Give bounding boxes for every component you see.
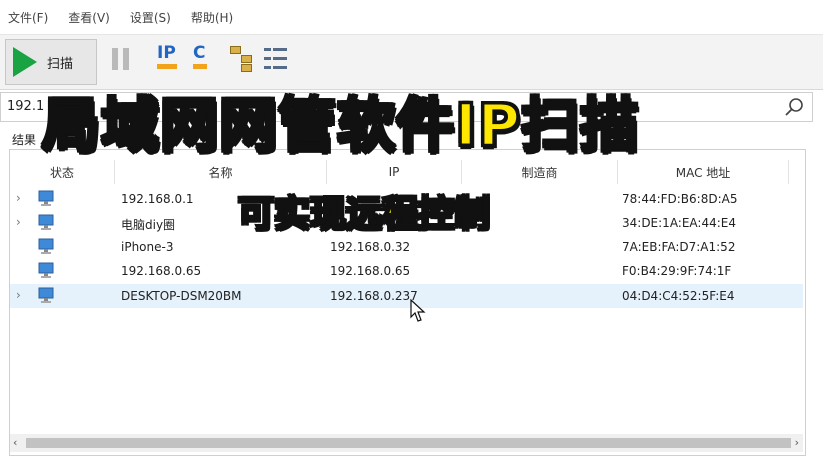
menu-view[interactable]: 查看(V) xyxy=(58,9,120,26)
row-ip: 192.168.0.32 xyxy=(330,240,411,254)
overlay-title: 局域网网管软件IP扫描 xyxy=(40,90,640,161)
computer-icon xyxy=(38,238,54,254)
scroll-right-icon[interactable]: › xyxy=(795,436,799,449)
menu-settings[interactable]: 设置(S) xyxy=(120,9,181,26)
expand-chevron-icon[interactable]: › xyxy=(16,215,21,229)
menu-help[interactable]: 帮助(H) xyxy=(181,9,243,26)
expand-chevron-icon[interactable]: › xyxy=(16,191,21,205)
table-row-selected[interactable]: › DESKTOP-DSM20BM 192.168.0.237 04:D4:C4… xyxy=(10,284,803,308)
search-icon[interactable] xyxy=(784,96,806,118)
mouse-cursor-icon xyxy=(410,299,426,322)
row-mac: 7A:EB:FA:D7:A1:52 xyxy=(622,240,736,254)
tree-view-icon[interactable] xyxy=(230,46,252,72)
row-name: 电脑diy圈 xyxy=(121,218,176,232)
computer-icon xyxy=(38,214,54,230)
menu-bar: 文件(F) 查看(V) 设置(S) 帮助(H) xyxy=(0,0,823,35)
table-row[interactable]: 192.168.0.65 192.168.0.65 F0:B4:29:9F:74… xyxy=(10,259,803,283)
row-mac: 34:DE:1A:EA:44:E4 xyxy=(622,216,737,230)
row-name: DESKTOP-DSM20BM xyxy=(121,289,242,303)
row-mac: F0:B4:29:9F:74:1F xyxy=(622,264,732,278)
computer-icon xyxy=(38,262,54,278)
column-mac[interactable]: MAC 地址 xyxy=(618,160,789,184)
computer-icon xyxy=(38,190,54,206)
menu-file[interactable]: 文件(F) xyxy=(0,9,58,26)
column-name[interactable]: 名称 xyxy=(115,160,327,184)
row-name: iPhone-3 xyxy=(121,240,174,254)
row-mac: 04:D4:C4:52:5F:E4 xyxy=(622,289,735,303)
tab-results[interactable]: 结果 xyxy=(12,131,36,148)
column-vendor[interactable]: 制造商 xyxy=(462,160,618,184)
scrollbar-thumb[interactable] xyxy=(26,438,791,448)
overlay-subtitle: 可实现远程控制 xyxy=(237,193,491,236)
c-button[interactable]: C xyxy=(193,43,208,69)
scan-button-label: 扫描 xyxy=(47,56,74,72)
horizontal-scrollbar[interactable]: ‹ › xyxy=(10,434,803,452)
pause-icon[interactable] xyxy=(111,48,131,70)
expand-chevron-icon[interactable]: › xyxy=(16,288,21,302)
row-name: 192.168.0.1 xyxy=(121,192,194,206)
list-view-icon[interactable] xyxy=(264,46,288,72)
scroll-left-icon[interactable]: ‹ xyxy=(13,436,17,449)
row-mac: 78:44:FD:B6:8D:A5 xyxy=(622,192,738,206)
column-status[interactable]: 状态 xyxy=(10,160,115,184)
row-ip: 192.168.0.65 xyxy=(330,264,411,278)
ip-button[interactable]: IP xyxy=(157,43,177,69)
table-row[interactable]: iPhone-3 192.168.0.32 7A:EB:FA:D7:A1:52 xyxy=(10,235,803,259)
computer-icon xyxy=(38,287,54,303)
ip-range-value: 192.1 xyxy=(7,99,45,114)
row-name: 192.168.0.65 xyxy=(121,264,202,278)
play-icon xyxy=(13,47,37,77)
column-ip[interactable]: IP xyxy=(327,160,462,184)
row-ip: 192.168.0.237 xyxy=(330,289,418,303)
